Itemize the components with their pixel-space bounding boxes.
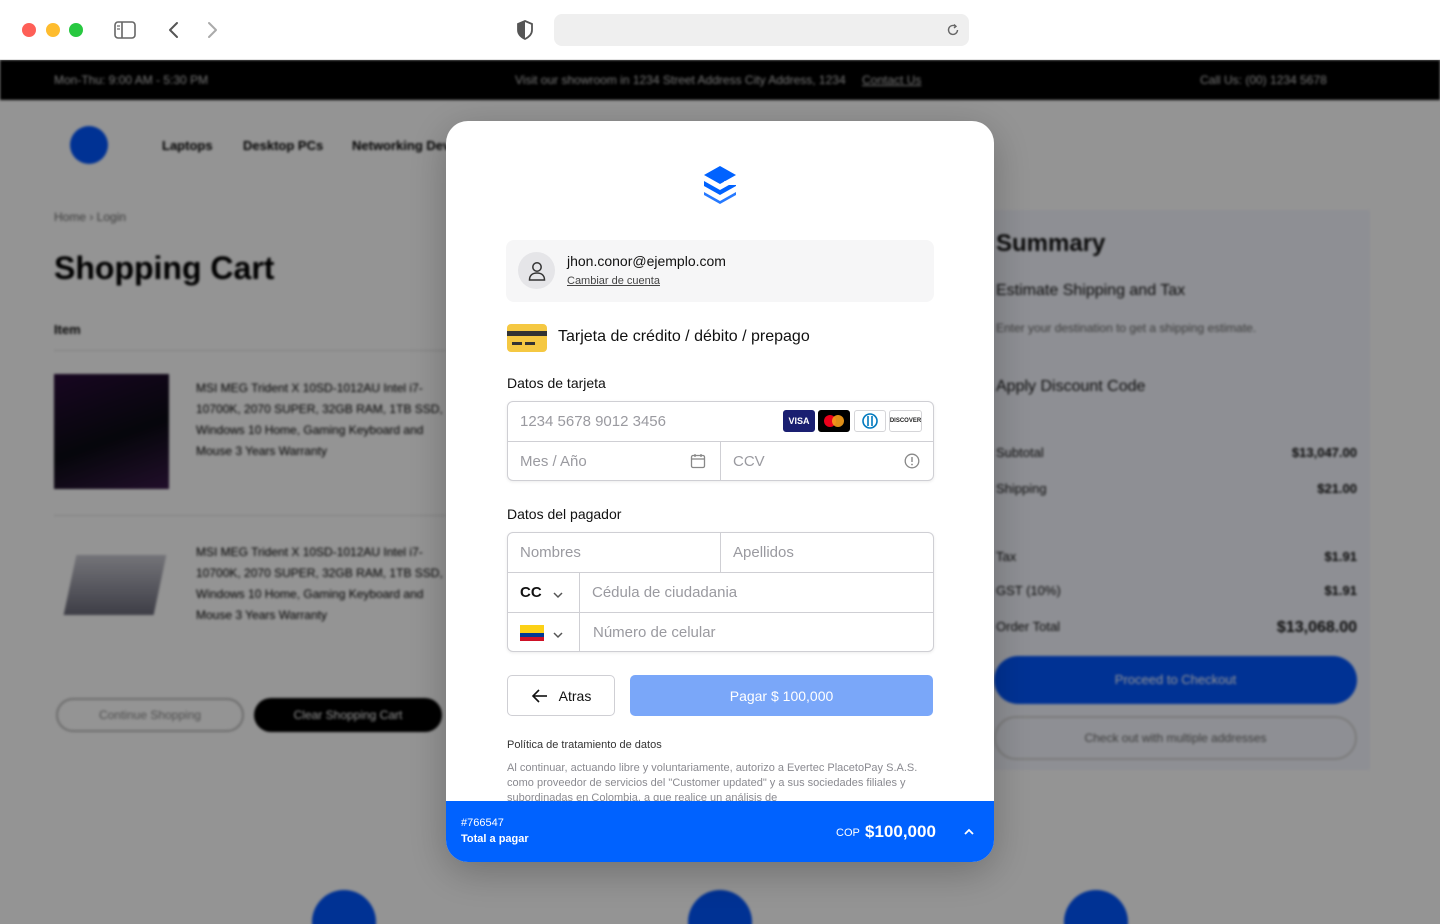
payment-reference: #766547: [461, 817, 504, 829]
user-icon: [518, 252, 555, 289]
policy-text: Al continuar, actuando libre y voluntari…: [507, 762, 918, 801]
payment-total-bar[interactable]: #766547 Total a pagar COP $100,000: [446, 801, 994, 862]
placetopay-logo: [702, 164, 738, 204]
account-email: jhon.conor@ejemplo.com: [567, 253, 726, 269]
first-name-input[interactable]: Nombres: [520, 544, 581, 561]
colombia-flag-icon[interactable]: [520, 625, 544, 641]
address-bar[interactable]: [554, 14, 969, 46]
browser-toolbar: [0, 0, 1440, 60]
card-fields: 1234 5678 9012 3456 VISA DISCOVER Mes / …: [507, 401, 934, 481]
divider: [720, 533, 721, 572]
change-account-link[interactable]: Cambiar de cuenta: [567, 275, 660, 287]
back-button[interactable]: Atras: [507, 675, 615, 716]
currency-code: COP: [836, 827, 860, 839]
forward-arrow-icon[interactable]: [200, 18, 224, 42]
diners-logo: [854, 410, 886, 432]
discover-logo: DISCOVER: [889, 410, 922, 432]
last-name-input[interactable]: Apellidos: [733, 544, 794, 561]
chevron-down-icon[interactable]: [552, 627, 564, 645]
divider: [508, 612, 933, 613]
card-section-label: Datos de tarjeta: [507, 375, 606, 391]
payment-method-label: Tarjeta de crédito / débito / prepago: [558, 328, 810, 345]
payer-fields: Nombres Apellidos CC Cédula de ciudadani…: [507, 532, 934, 652]
card-number-input[interactable]: 1234 5678 9012 3456: [520, 413, 666, 430]
back-button-label: Atras: [558, 687, 592, 704]
credit-card-icon: [507, 324, 547, 352]
info-icon[interactable]: [904, 453, 920, 474]
policy-title: Política de tratamiento de datos: [507, 739, 662, 751]
shield-icon[interactable]: [513, 18, 537, 42]
divider: [508, 572, 933, 573]
reload-icon[interactable]: [943, 20, 963, 40]
pay-button[interactable]: Pagar $ 100,000: [630, 675, 933, 716]
minimize-window-button[interactable]: [46, 23, 60, 37]
divider: [720, 441, 721, 481]
chevron-down-icon[interactable]: [552, 587, 564, 605]
arrow-left-icon: [531, 688, 547, 703]
document-type-select[interactable]: CC: [520, 584, 542, 601]
sidebar-toggle-icon[interactable]: [113, 18, 137, 42]
account-card: jhon.conor@ejemplo.com Cambiar de cuenta: [506, 240, 934, 302]
maximize-window-button[interactable]: [69, 23, 83, 37]
expiry-input[interactable]: Mes / Año: [520, 453, 587, 470]
document-number-input[interactable]: Cédula de ciudadania: [592, 584, 737, 601]
total-amount: $100,000: [865, 822, 936, 841]
back-arrow-icon[interactable]: [162, 18, 186, 42]
phone-input[interactable]: Número de celular: [593, 624, 716, 641]
total-label: Total a pagar: [461, 833, 529, 845]
cvv-input[interactable]: CCV: [733, 453, 765, 470]
checkout-modal: jhon.conor@ejemplo.com Cambiar de cuenta…: [446, 121, 994, 862]
mastercard-logo: [818, 410, 850, 432]
chevron-up-icon[interactable]: [962, 825, 976, 839]
calendar-icon[interactable]: [690, 453, 706, 474]
payer-section-label: Datos del pagador: [507, 506, 622, 522]
visa-logo: VISA: [783, 410, 815, 432]
close-window-button[interactable]: [22, 23, 36, 37]
